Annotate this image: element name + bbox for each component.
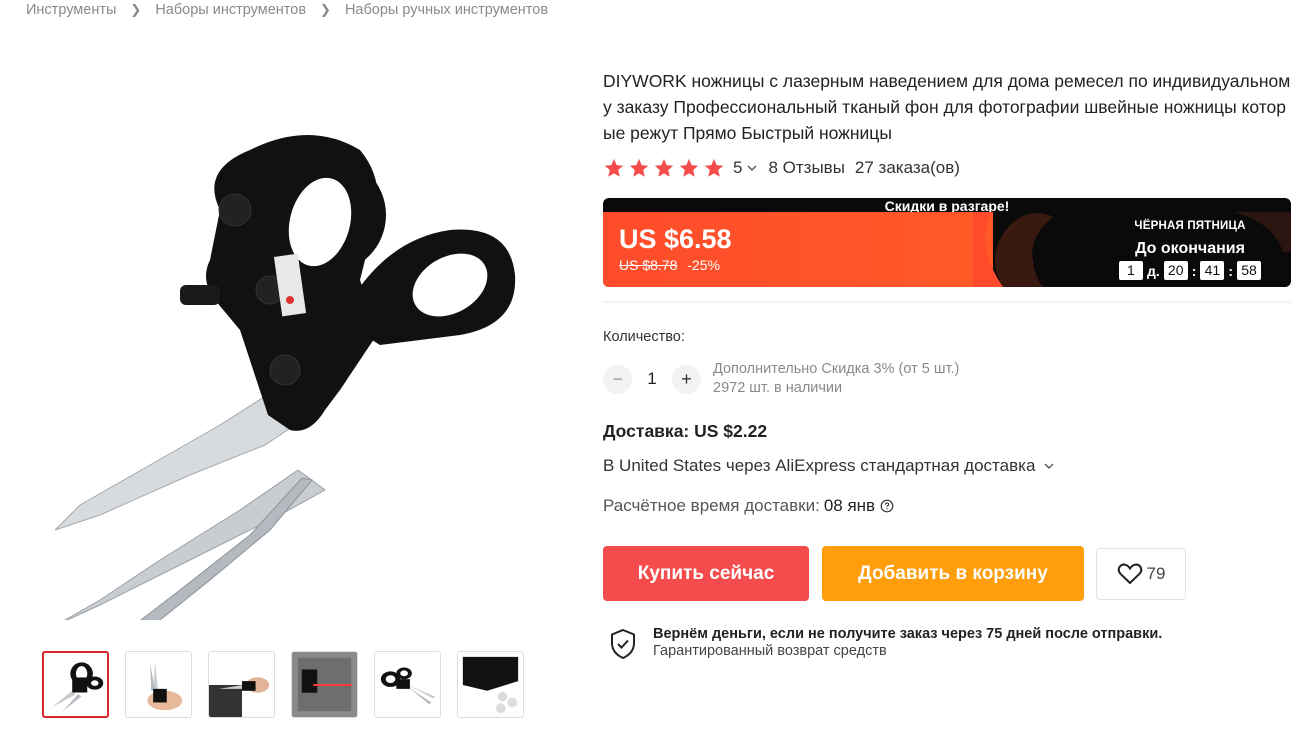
breadcrumb-item-hand-tool-sets[interactable]: Наборы ручных инструментов xyxy=(345,2,548,18)
star-icon xyxy=(604,158,624,177)
timer-minutes: 41 xyxy=(1200,261,1225,280)
current-price: US $6.58 xyxy=(619,224,732,254)
countdown-label: До окончания xyxy=(1135,240,1245,257)
divider xyxy=(603,301,1291,303)
reviews-link[interactable]: 8 Отзывы xyxy=(768,158,844,178)
stock-text: 2972 шт. в наличии xyxy=(713,380,843,396)
orders-count: 27 заказа(ов) xyxy=(854,158,960,177)
wishlist-count: 79 xyxy=(1146,564,1166,583)
buy-now-button[interactable]: Купить сейчас xyxy=(603,546,809,601)
star-icon xyxy=(679,158,699,177)
heart-icon xyxy=(1117,563,1142,585)
add-to-cart-button[interactable]: Добавить в корзину xyxy=(822,546,1084,601)
countdown-block: ЧЁРНАЯ ПЯТНИЦА До окончания 1 д. 20 : 41… xyxy=(1105,220,1275,280)
thumbnail-gallery xyxy=(42,651,524,718)
shipping-method-text: В United States через AliExpress стандар… xyxy=(603,456,1036,475)
main-product-image[interactable] xyxy=(40,90,540,642)
timer-separator: : xyxy=(1191,262,1197,279)
thumbnail-5[interactable] xyxy=(374,651,441,718)
thumbnail-3[interactable] xyxy=(208,651,275,718)
quantity-decrease-button[interactable]: − xyxy=(603,364,632,394)
star-icon xyxy=(704,158,724,177)
delivery-estimate: Расчётное время доставки: 08 янв xyxy=(603,496,894,516)
thumbnail-1[interactable] xyxy=(42,651,109,718)
breadcrumb: Инструменты ❯ Наборы инструментов ❯ Набо… xyxy=(26,2,548,18)
chevron-down-icon xyxy=(1044,463,1054,469)
discount-percent: -25% xyxy=(687,257,720,273)
buyer-protection: Вернём деньги, если не получите заказ че… xyxy=(609,626,1162,660)
quantity-info: Дополнительно Скидка 3% (от 5 шт.) 2972 … xyxy=(713,360,959,398)
timer-hours: 20 xyxy=(1163,261,1188,280)
quantity-increase-button[interactable]: + xyxy=(672,364,701,394)
timer-days: 1 xyxy=(1118,261,1143,280)
thumbnail-2[interactable] xyxy=(125,651,192,718)
timer-days-label: д. xyxy=(1146,262,1160,279)
shipping-method-selector[interactable]: В United States через AliExpress стандар… xyxy=(603,456,1065,476)
bulk-discount-text: Дополнительно Скидка 3% (от 5 шт.) xyxy=(713,361,960,377)
old-price: US $8.78 xyxy=(619,257,678,273)
event-title: ЧЁРНАЯ ПЯТНИЦА xyxy=(1134,220,1246,232)
shipping-cost: Доставка: US $2.22 xyxy=(603,421,768,441)
breadcrumb-item-tools[interactable]: Инструменты xyxy=(26,2,116,18)
guarantee-subtitle: Гарантированный возврат средств xyxy=(653,643,887,659)
delivery-estimate-value: 08 янв xyxy=(823,496,876,515)
quantity-value[interactable]: 1 xyxy=(632,369,672,389)
rating-row: 5 8 Отзывы 27 заказа(ов) xyxy=(603,155,1293,181)
wishlist-button[interactable]: 79 xyxy=(1096,548,1186,600)
promo-banner: Скидки в разгаре! US $6.58 US $8.78 -25%… xyxy=(603,198,1291,287)
star-icon xyxy=(629,158,649,177)
thumbnail-6[interactable] xyxy=(457,651,524,718)
product-title: DIYWORK ножницы с лазерным наведением дл… xyxy=(603,71,1291,143)
old-price-row: US $8.78 -25% xyxy=(619,257,720,273)
quantity-stepper: − 1 + Дополнительно Скидка 3% (от 5 шт.)… xyxy=(603,360,959,398)
help-icon[interactable] xyxy=(880,499,894,513)
star-icon xyxy=(654,158,674,177)
delivery-estimate-label: Расчётное время доставки: xyxy=(603,496,820,515)
product-info: DIYWORK ножницы с лазерным наведением дл… xyxy=(603,68,1293,181)
breadcrumb-item-tool-sets[interactable]: Наборы инструментов xyxy=(155,2,306,18)
guarantee-title: Вернём деньги, если не получите заказ че… xyxy=(653,626,1163,642)
timer-separator: : xyxy=(1228,262,1234,279)
quantity-label: Количество: xyxy=(603,329,685,345)
thumbnail-4[interactable] xyxy=(291,651,358,718)
shield-check-icon xyxy=(611,628,635,660)
countdown-timer: 1 д. 20 : 41 : 58 xyxy=(1105,261,1275,280)
chevron-right-icon: ❯ xyxy=(320,2,331,17)
chevron-right-icon: ❯ xyxy=(130,2,142,17)
rating-stars[interactable] xyxy=(603,157,725,179)
rating-value[interactable]: 5 xyxy=(733,158,742,178)
chevron-down-icon[interactable] xyxy=(746,162,758,174)
timer-seconds: 58 xyxy=(1237,261,1262,280)
